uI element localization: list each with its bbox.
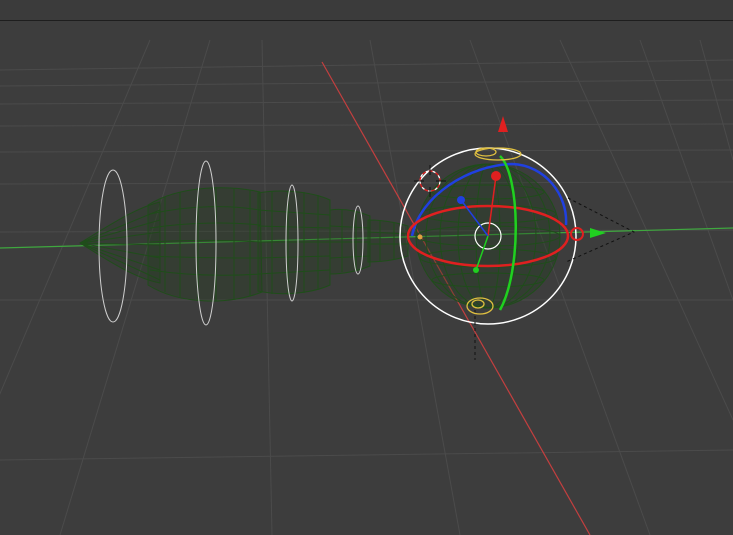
gizmo-y-handle[interactable]	[473, 267, 479, 273]
viewport-scene[interactable]	[0, 0, 733, 535]
gizmo-x-handle[interactable]	[491, 171, 501, 181]
floor-grid	[0, 39, 733, 535]
y-arrow-icon[interactable]	[590, 228, 606, 238]
gizmo-top-handle[interactable]	[474, 147, 522, 161]
3d-viewport[interactable]	[0, 0, 733, 535]
gizmo-origin-dot[interactable]	[417, 234, 423, 240]
z-arrow-icon[interactable]	[498, 116, 508, 132]
tail-mesh[interactable]	[79, 187, 409, 302]
gizmo-x-end-handle[interactable]	[570, 227, 584, 241]
gizmo-z-handle[interactable]	[457, 196, 465, 204]
